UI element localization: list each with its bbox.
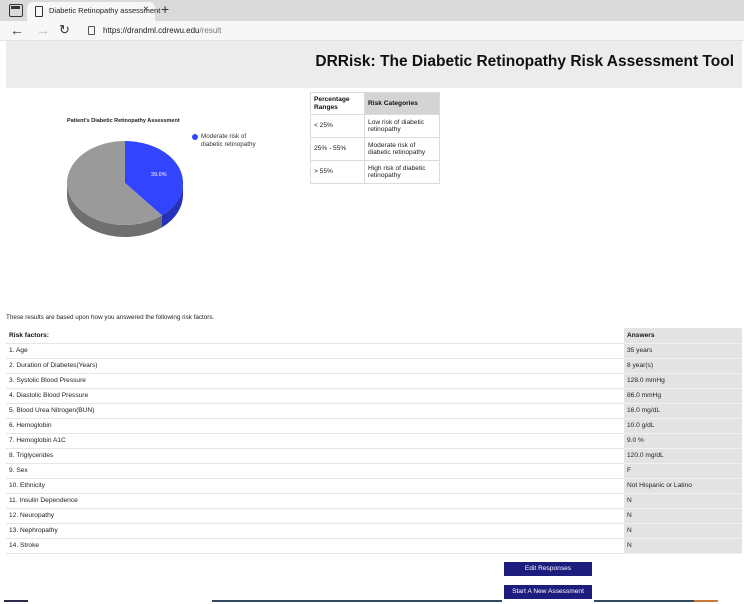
- start-new-assessment-button[interactable]: Start A New Assessment: [504, 585, 592, 599]
- risk-categories-table: Percentage Ranges Risk Categories < 25% …: [310, 92, 440, 184]
- factor-cell: 5. Blood Urea Nitrogen(BUN): [9, 407, 95, 414]
- chart-title: Patient's Diabetic Retinopathy Assessmen…: [67, 118, 180, 124]
- forward-arrow-icon[interactable]: →: [36, 22, 50, 38]
- table-row: 1. Age 35 years: [6, 343, 742, 359]
- legend-marker: [192, 134, 198, 140]
- factor-cell: 7. Hemoglobin A1C: [9, 437, 66, 444]
- range-cell: 25% - 55%: [310, 137, 365, 161]
- url-host: https://drandml.cdrewu.edu: [103, 26, 200, 35]
- category-cell: High risk of diabetic retinopathy: [364, 160, 440, 184]
- answer-cell: N: [624, 523, 742, 539]
- answer-cell: N: [624, 493, 742, 509]
- address-bar: ← → ↻ https://drandml.cdrewu.edu/result: [0, 21, 744, 41]
- reload-icon[interactable]: ↻: [59, 22, 70, 38]
- edit-responses-button[interactable]: Edit Responses: [504, 562, 592, 576]
- table-row: 6. Hemoglobin 10.0 g/dL: [6, 418, 742, 434]
- back-arrow-icon[interactable]: ←: [10, 22, 24, 38]
- table-row: 7. Hemoglobin A1C 9.0 %: [6, 433, 742, 449]
- page-title: DRRisk: The Diabetic Retinopathy Risk As…: [315, 53, 734, 70]
- url-path: /result: [199, 26, 222, 35]
- factor-cell: 4. Diastolic Blood Pressure: [9, 392, 89, 399]
- factor-cell: 1. Age: [9, 347, 28, 354]
- table-row: > 55% High risk of diabetic retinopathy: [310, 160, 440, 184]
- table-row: 4. Diastolic Blood Pressure 86.0 mmHg: [6, 388, 742, 404]
- header-percentage-ranges: Percentage Ranges: [310, 92, 365, 115]
- answer-cell: 128.0 mmHg: [624, 373, 742, 389]
- table-row: 9. Sex F: [6, 463, 742, 479]
- answer-cell: 35 years: [624, 343, 742, 359]
- answer-cell: F: [624, 463, 742, 479]
- category-cell: Moderate risk of diabetic retinopathy: [364, 137, 440, 161]
- answer-cell: 120.0 mg/dL: [624, 448, 742, 464]
- header-answers: Answers: [624, 328, 742, 344]
- table-row: 12. Neuropathy N: [6, 508, 742, 524]
- url-field[interactable]: https://drandml.cdrewu.edu/result: [103, 26, 221, 35]
- close-tab-icon[interactable]: ×: [143, 4, 149, 15]
- answer-cell: 9.0 %: [624, 433, 742, 449]
- factor-cell: 10. Ethnicity: [9, 482, 45, 489]
- risk-pie-chart: 39.0% Patient's Diabetic Retinopathy Ass…: [52, 113, 272, 263]
- table-row: < 25% Low risk of diabetic retinopathy: [310, 114, 440, 138]
- table-row: 25% - 55% Moderate risk of diabetic reti…: [310, 137, 440, 161]
- table-row: 14. Stroke N: [6, 538, 742, 554]
- answer-cell: Not Hispanic or Latino: [624, 478, 742, 494]
- answer-cell: N: [624, 538, 742, 554]
- range-cell: < 25%: [310, 114, 365, 138]
- answer-cell: N: [624, 508, 742, 524]
- header-risk-factors: Risk factors:: [9, 331, 49, 339]
- legend-label: Moderate risk of diabetic retinopathy: [201, 133, 256, 148]
- browser-tab[interactable]: Diabetic Retinopathy assessment ×: [27, 2, 160, 21]
- taskbar-strip: [0, 600, 744, 604]
- answer-cell: 86.0 mmHg: [624, 388, 742, 404]
- table-row: 3. Systolic Blood Pressure 128.0 mmHg: [6, 373, 742, 389]
- answer-cell: 8 year(s): [624, 358, 742, 374]
- results-intro-text: These results are based upon how you ans…: [6, 314, 215, 321]
- table-header-row: Percentage Ranges Risk Categories: [310, 92, 440, 115]
- site-info-icon[interactable]: [88, 26, 95, 35]
- table-row: 10. Ethnicity Not Hispanic or Latino: [6, 478, 742, 494]
- table-row: 8. Triglycerides 120.0 mg/dL: [6, 448, 742, 464]
- new-tab-icon[interactable]: +: [161, 1, 169, 17]
- header-risk-categories: Risk Categories: [364, 92, 440, 115]
- page-icon: [35, 6, 43, 17]
- factor-cell: 8. Triglycerides: [9, 452, 54, 459]
- factor-cell: 2. Duration of Diabetes(Years): [9, 362, 98, 369]
- table-row: 5. Blood Urea Nitrogen(BUN) 16.0 mg/dL: [6, 403, 742, 419]
- factor-cell: 6. Hemoglobin: [9, 422, 52, 429]
- factor-cell: 9. Sex: [9, 467, 28, 474]
- table-row: 13. Nephropathy N: [6, 523, 742, 539]
- browser-tab-bar: Diabetic Retinopathy assessment × +: [0, 0, 744, 21]
- table-header-row: Risk factors: Answers: [6, 328, 742, 344]
- risk-factors-table: Risk factors: Answers 1. Age 35 years 2. …: [6, 328, 742, 554]
- answer-cell: 16.0 mg/dL: [624, 403, 742, 419]
- table-row: 11. Insulin Dependence N: [6, 493, 742, 509]
- page-header: DRRisk: The Diabetic Retinopathy Risk As…: [6, 41, 742, 88]
- range-cell: > 55%: [310, 160, 365, 184]
- table-row: 2. Duration of Diabetes(Years) 8 year(s): [6, 358, 742, 374]
- factor-cell: 12. Neuropathy: [9, 512, 55, 519]
- category-cell: Low risk of diabetic retinopathy: [364, 114, 440, 138]
- factor-cell: 14. Stroke: [9, 542, 40, 549]
- factor-cell: 3. Systolic Blood Pressure: [9, 377, 86, 384]
- answer-cell: 10.0 g/dL: [624, 418, 742, 434]
- tab-actions-icon[interactable]: [9, 4, 23, 17]
- factor-cell: 13. Nephropathy: [9, 527, 58, 534]
- pie-data-label-0: 39.0%: [151, 172, 167, 178]
- factor-cell: 11. Insulin Dependence: [9, 497, 78, 504]
